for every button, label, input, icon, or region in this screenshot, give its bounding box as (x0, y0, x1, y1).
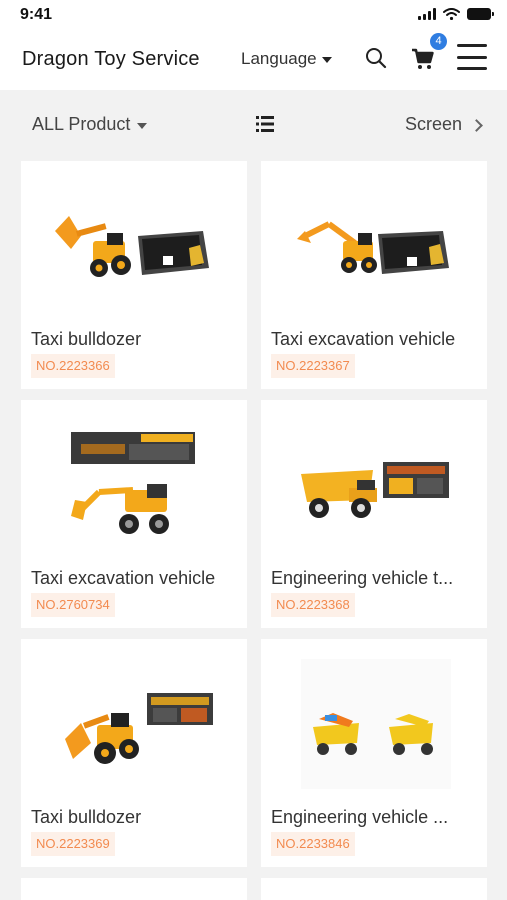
product-title: Taxi excavation vehicle (271, 329, 456, 349)
screen-filter-button[interactable]: Screen (404, 114, 483, 135)
cellular-signal-icon (418, 8, 436, 20)
brand-title: Dragon Toy Service (22, 48, 200, 70)
cart-icon[interactable] (410, 46, 436, 72)
product-image-excavator (297, 221, 449, 274)
hamburger-menu-icon[interactable] (457, 44, 487, 70)
category-label: ALL Product (32, 114, 131, 134)
product-title: Engineering vehicle ... (271, 807, 449, 827)
product-image-dump-truck (301, 462, 449, 518)
status-time: 9:41 (20, 6, 53, 23)
cart-count-badge: 4 (430, 33, 447, 50)
language-label: Language (241, 49, 317, 68)
product-card-partial[interactable] (261, 878, 487, 900)
status-icons (418, 8, 494, 20)
caret-down-icon (137, 122, 148, 129)
product-card[interactable]: Taxi excavation vehicle NO.2760734 (21, 400, 247, 628)
screen-label: Screen (404, 114, 462, 134)
product-title: Taxi bulldozer (31, 807, 142, 827)
product-number-tag: NO.2223367 (271, 354, 355, 378)
product-image-loader (65, 693, 213, 764)
product-title: Taxi bulldozer (31, 329, 142, 349)
product-number-tag: NO.2233846 (271, 832, 355, 856)
product-number-tag: NO.2760734 (31, 593, 115, 617)
product-card[interactable]: Engineering vehicle t... NO.2223368 (261, 400, 487, 628)
search-icon[interactable] (364, 46, 388, 70)
product-card[interactable]: Taxi bulldozer NO.2223366 (21, 161, 247, 389)
status-bar: 9:41 (0, 0, 507, 30)
wifi-icon (443, 8, 460, 20)
battery-icon (467, 8, 494, 20)
product-number-tag: NO.2223368 (271, 593, 355, 617)
language-selector[interactable]: Language (241, 49, 332, 69)
product-title: Engineering vehicle t... (271, 568, 454, 588)
product-title: Taxi excavation vehicle (31, 568, 216, 588)
product-grid: Taxi bulldozer NO.2223366 Taxi excavatio… (21, 161, 487, 900)
product-card-partial[interactable] (21, 878, 247, 900)
product-number-tag: NO.2223369 (31, 832, 115, 856)
product-image-bulldozer (55, 216, 209, 277)
filter-bar: ALL Product Screen (0, 90, 507, 160)
caret-down-icon (321, 57, 332, 63)
list-view-icon[interactable] (256, 115, 274, 133)
category-dropdown[interactable]: ALL Product (32, 114, 148, 135)
app-header: Dragon Toy Service Language 4 (0, 30, 507, 90)
product-card[interactable]: Engineering vehicle ... NO.2233846 (261, 639, 487, 867)
chevron-right-icon (470, 118, 483, 132)
product-card[interactable]: Taxi bulldozer NO.2223369 (21, 639, 247, 867)
product-card[interactable]: Taxi excavation vehicle NO.2223367 (261, 161, 487, 389)
product-image-excavator-card (71, 432, 195, 534)
product-image-two-dump-trucks (301, 659, 451, 789)
product-number-tag: NO.2223366 (31, 354, 115, 378)
